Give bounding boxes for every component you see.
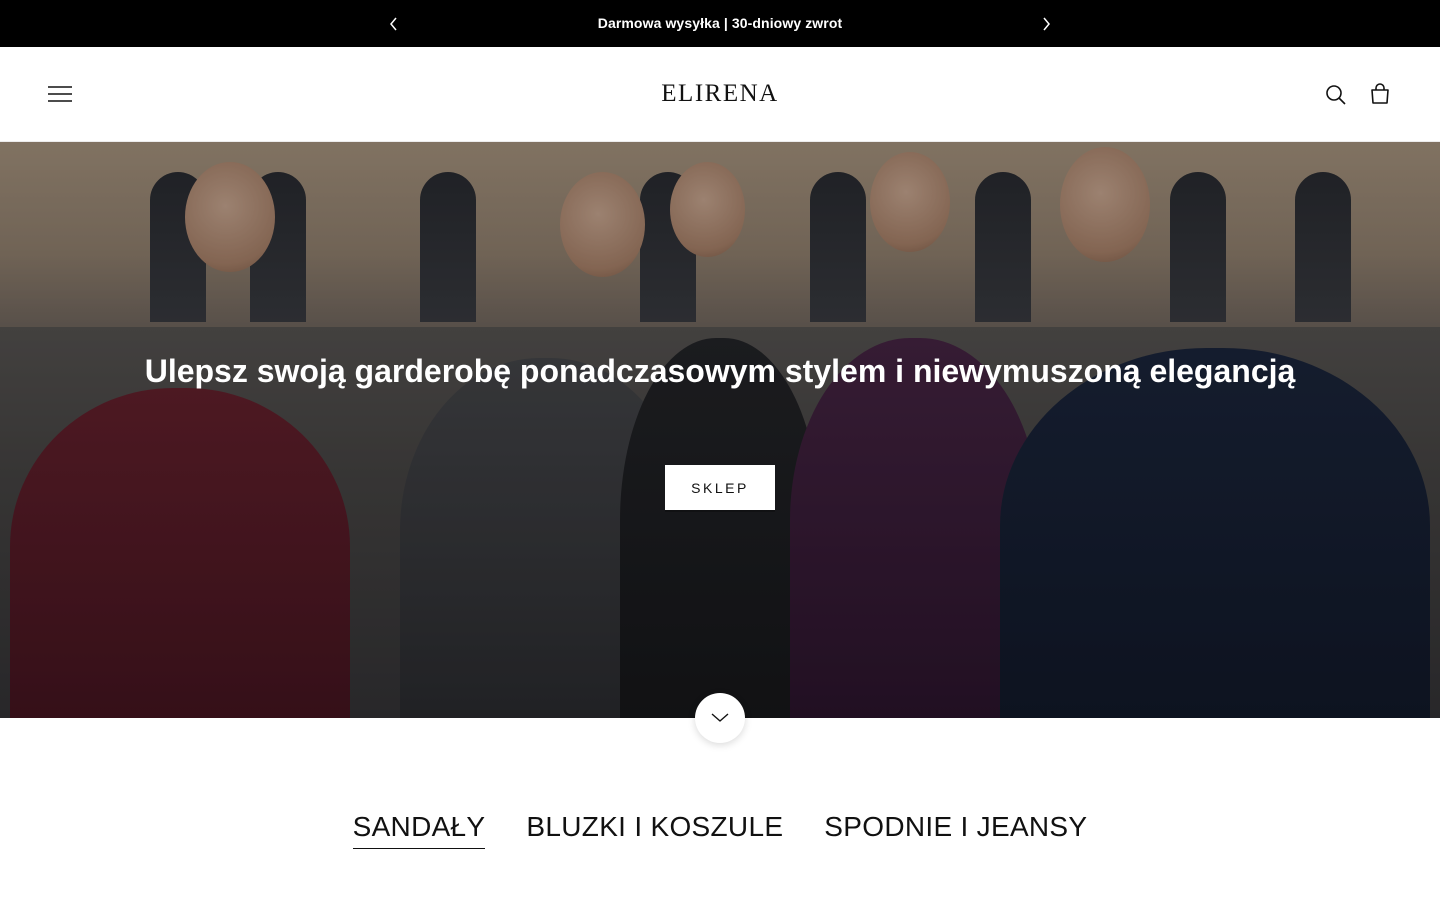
cart-button[interactable] xyxy=(1368,82,1392,106)
announcement-text: Darmowa wysyłka | 30-dniowy zwrot xyxy=(597,15,843,31)
announcement-next-button[interactable] xyxy=(1036,14,1056,34)
tab-sandals[interactable]: SANDAŁY xyxy=(352,810,486,849)
announcement-bar: Darmowa wysyłka | 30-dniowy zwrot xyxy=(0,0,1440,47)
search-button[interactable] xyxy=(1324,83,1348,107)
shop-button[interactable]: SKLEP xyxy=(665,465,775,510)
hero-title: Ulepsz swoją garderobę ponadczasowym sty… xyxy=(144,353,1296,389)
hero-banner: Ulepsz swoją garderobę ponadczasowym sty… xyxy=(0,142,1440,718)
search-icon xyxy=(1326,85,1346,105)
hero-overlay xyxy=(0,142,1440,718)
tab-trousers-jeans[interactable]: SPODNIE I JEANSY xyxy=(824,810,1087,849)
site-header: ELIRENA xyxy=(0,47,1440,142)
scroll-down-button[interactable] xyxy=(695,693,745,743)
site-logo[interactable]: ELIRENA xyxy=(0,80,1440,108)
chevron-down-icon xyxy=(711,713,729,722)
category-tabs: SANDAŁY BLUZKI I KOSZULE SPODNIE I JEANS… xyxy=(0,810,1440,849)
tab-blouses-shirts[interactable]: BLUZKI I KOSZULE xyxy=(526,810,783,849)
chevron-right-icon xyxy=(1043,17,1050,31)
shopping-bag-icon xyxy=(1371,83,1389,104)
